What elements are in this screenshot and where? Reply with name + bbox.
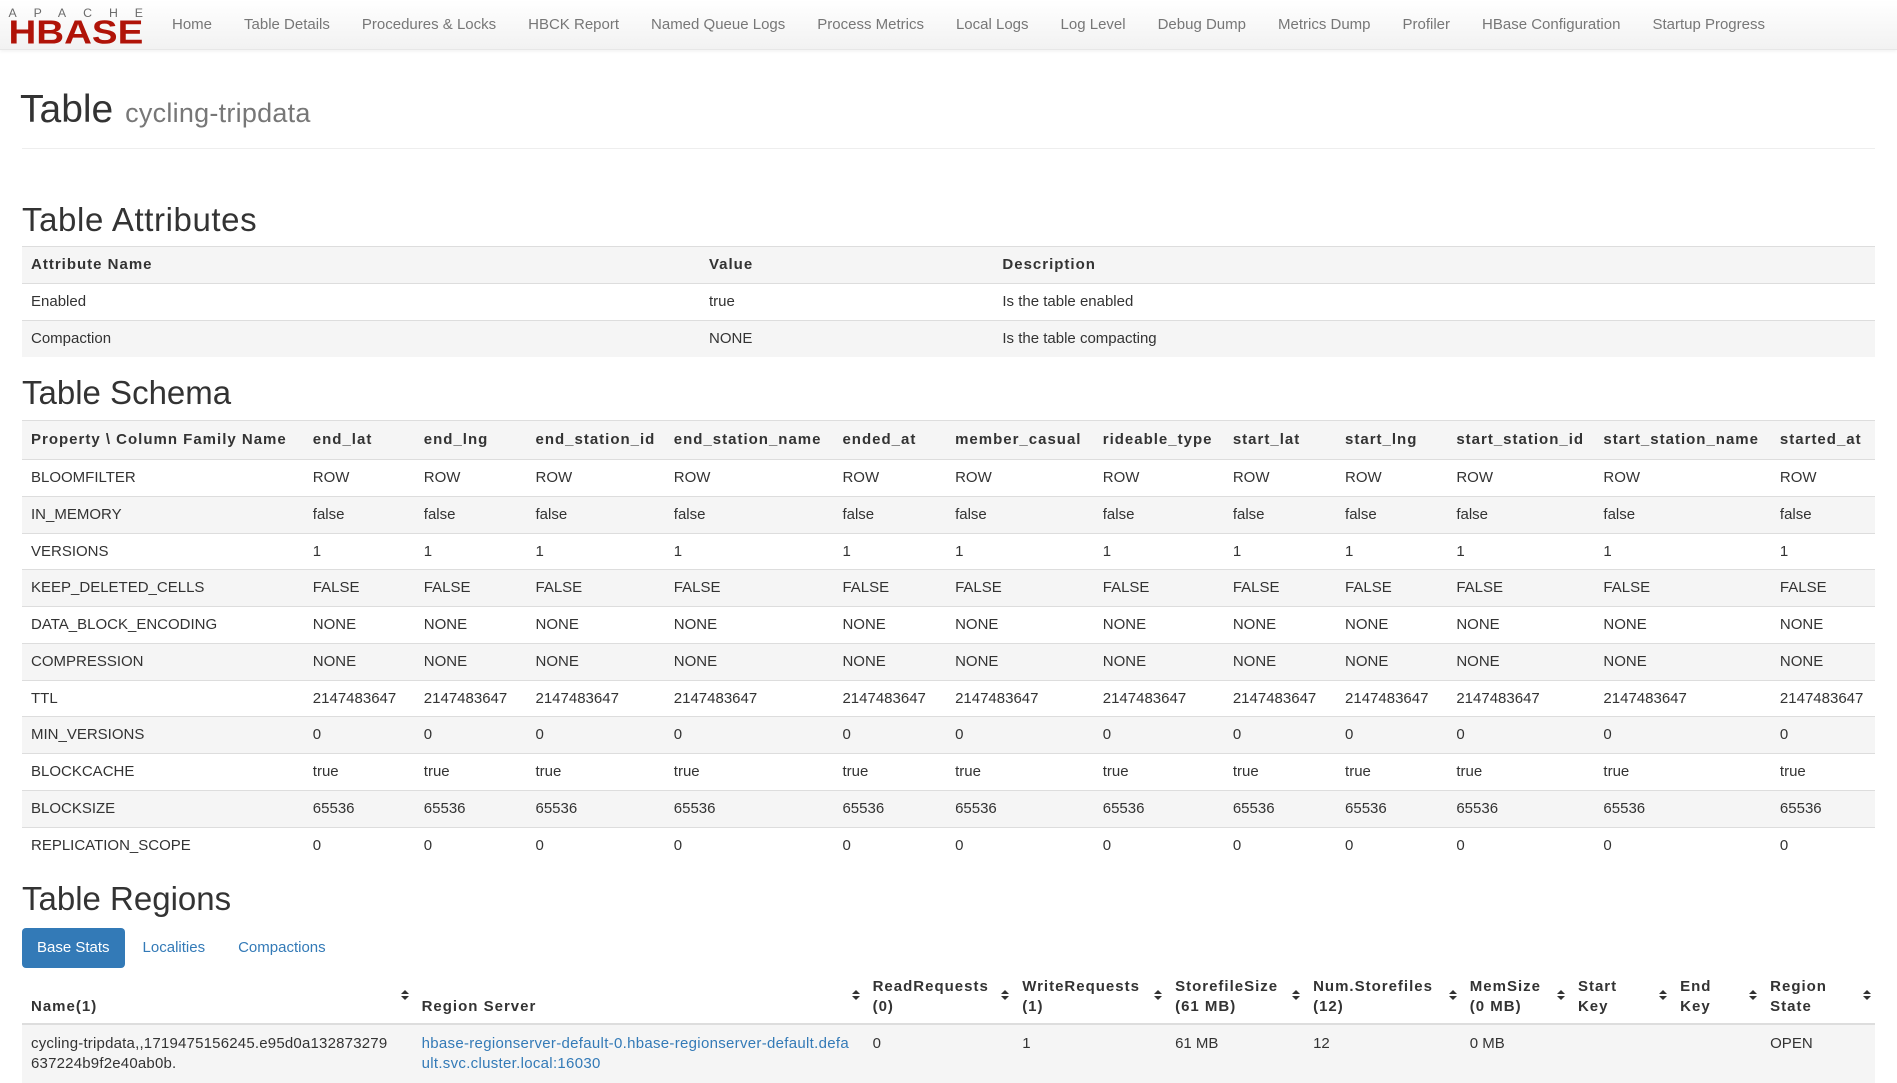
svg-text:HBASE: HBASE [9,14,144,51]
